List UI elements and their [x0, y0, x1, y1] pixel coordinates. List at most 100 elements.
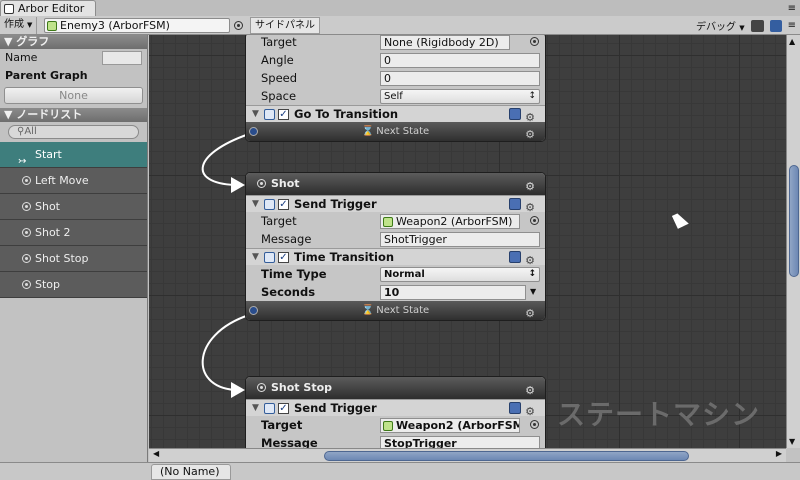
transition-slot[interactable]: ⌛ Next State ⚙: [246, 122, 545, 141]
transition-dot-icon[interactable]: [249, 306, 258, 315]
state-node-shot-stop[interactable]: Shot Stop ⚙ ▼ ✓ Send Trigger ⚙ Target Wea…: [245, 376, 546, 448]
property-value-field[interactable]: 0: [380, 53, 540, 68]
help-book-icon[interactable]: [509, 251, 521, 263]
enable-checkbox[interactable]: ✓: [278, 403, 289, 414]
node-list-item[interactable]: Shot 2: [0, 220, 147, 246]
property-label: Target: [261, 418, 303, 432]
node-list-item[interactable]: ↣ Start: [0, 142, 147, 168]
node-list-item[interactable]: Left Move: [0, 168, 147, 194]
scroll-down-icon[interactable]: ▼: [789, 437, 795, 446]
property-value-field[interactable]: Normal: [380, 267, 540, 282]
gear-icon[interactable]: ⚙: [525, 176, 535, 197]
side-panel-toggle[interactable]: サイドパネル: [250, 17, 320, 34]
node-list-label: Shot Stop: [35, 252, 89, 265]
horizontal-scrollbar[interactable]: ◀ ▶: [149, 448, 786, 462]
node-header[interactable]: Shot ⚙: [246, 173, 545, 195]
property-value: 0: [384, 72, 391, 85]
script-icon: [264, 403, 275, 414]
property-value-field[interactable]: None (Rigidbody 2D): [380, 35, 510, 50]
arbor-fsm-icon: [47, 21, 57, 31]
scroll-right-icon[interactable]: ▶: [776, 449, 782, 458]
scroll-left-icon[interactable]: ◀: [153, 449, 159, 458]
graph-canvas[interactable]: ステートマシン Target None (Rigidbody 2D) Angle 0 S…: [149, 35, 786, 448]
gear-icon[interactable]: ⚙: [525, 125, 535, 141]
object-picker-icon[interactable]: [530, 216, 539, 225]
vertical-scrollbar[interactable]: ▲ ▼: [786, 35, 800, 448]
property-label: Space: [261, 89, 297, 103]
camera-icon[interactable]: [750, 19, 764, 32]
property-value-field[interactable]: Weapon2 (ArborFSM): [380, 418, 520, 433]
node-list-item[interactable]: Stop: [0, 272, 147, 298]
property-value-field[interactable]: ShotTrigger: [380, 232, 540, 247]
scroll-up-icon[interactable]: ▲: [789, 37, 795, 46]
object-picker-icon[interactable]: [530, 420, 539, 429]
horizontal-scroll-thumb[interactable]: [324, 451, 689, 461]
foldout-icon[interactable]: ▼: [252, 106, 259, 123]
vertical-scroll-thumb[interactable]: [789, 165, 799, 277]
enable-checkbox[interactable]: ✓: [278, 199, 289, 210]
state-node-top[interactable]: Target None (Rigidbody 2D) Angle 0 Speed 0 Spa…: [245, 35, 546, 142]
status-label[interactable]: (No Name): [151, 464, 231, 480]
foldout-icon[interactable]: ▼: [252, 400, 259, 417]
graph-field[interactable]: Enemy3 (ArborFSM): [44, 18, 230, 33]
property-value-field[interactable]: 10: [380, 285, 526, 300]
help-book-icon[interactable]: [509, 402, 521, 414]
parent-graph-label: Parent Graph: [5, 69, 88, 82]
create-button[interactable]: 作成 ▼: [0, 17, 38, 34]
graph-section-header[interactable]: ▼ グラフ: [0, 35, 147, 49]
property-value-field[interactable]: StopTrigger: [380, 436, 540, 448]
parent-graph-button[interactable]: None: [4, 87, 143, 104]
behaviour-send-trigger[interactable]: ▼ ✓ Send Trigger ⚙: [246, 399, 545, 418]
unity-icon: [4, 4, 14, 14]
state-node-shot[interactable]: Shot ⚙ ▼ ✓ Send Trigger ⚙ Target Weapon2 …: [245, 172, 546, 321]
object-picker-icon[interactable]: [234, 21, 243, 30]
chevron-down-icon: ▼: [27, 21, 33, 29]
chevron-down-icon: ▼: [739, 24, 745, 32]
name-field[interactable]: [102, 51, 142, 65]
gear-icon[interactable]: ⚙: [525, 380, 535, 401]
enable-checkbox[interactable]: ✓: [278, 252, 289, 263]
connection-line: [201, 314, 250, 391]
property-row: Target Weapon2 (ArborFSM): [246, 212, 545, 230]
menu-icon[interactable]: ≡: [788, 3, 796, 14]
foldout-icon[interactable]: ▼: [252, 249, 259, 266]
node-list-item[interactable]: Shot: [0, 194, 147, 220]
node-list-item[interactable]: Shot Stop: [0, 246, 147, 272]
help-icon[interactable]: [769, 19, 782, 32]
behaviour-go-to-transition[interactable]: ▼ ✓ Go To Transition ⚙: [246, 105, 545, 124]
help-book-icon[interactable]: [509, 108, 521, 120]
nodelist-section-header[interactable]: ▼ ノードリスト: [0, 108, 147, 122]
transition-dot-icon[interactable]: [249, 127, 258, 136]
window-tab[interactable]: Arbor Editor: [0, 0, 96, 16]
state-icon: [257, 383, 266, 392]
node-header[interactable]: Shot Stop ⚙: [246, 377, 545, 399]
property-label: Message: [261, 232, 312, 246]
transition-slot[interactable]: ⌛ Next State ⚙: [246, 301, 545, 320]
help-book-icon[interactable]: [509, 198, 521, 210]
property-value-field[interactable]: Self: [380, 89, 540, 104]
property-value: 0: [384, 54, 391, 67]
hourglass-icon: ⌛: [361, 305, 375, 316]
behaviour-time-transition[interactable]: ▼ ✓ Time Transition ⚙: [246, 248, 545, 267]
chevron-down-icon[interactable]: ▼: [530, 283, 536, 301]
node-search-input[interactable]: ⚲All: [8, 125, 139, 139]
property-value-field[interactable]: 0: [380, 71, 540, 86]
property-label: Angle: [261, 53, 294, 67]
property-value-field[interactable]: Weapon2 (ArborFSM): [380, 214, 520, 229]
state-icon: [22, 254, 31, 263]
property-row: Target None (Rigidbody 2D): [246, 35, 545, 51]
property-value: StopTrigger: [384, 437, 457, 448]
debug-dropdown[interactable]: デバッグ ▼: [696, 18, 745, 33]
arrowhead-icon: [231, 382, 245, 398]
behaviour-send-trigger[interactable]: ▼ ✓ Send Trigger ⚙: [246, 195, 545, 214]
enable-checkbox[interactable]: ✓: [278, 109, 289, 120]
settings-icon[interactable]: ≡: [788, 20, 796, 31]
name-label: Name: [5, 51, 38, 64]
property-row: Message ShotTrigger: [246, 230, 545, 248]
property-row: Time Type Normal: [246, 265, 545, 283]
name-row: Name: [0, 49, 147, 67]
gear-icon[interactable]: ⚙: [525, 304, 535, 320]
object-picker-icon[interactable]: [530, 37, 539, 46]
property-value: Self: [384, 91, 403, 102]
foldout-icon[interactable]: ▼: [252, 196, 259, 213]
